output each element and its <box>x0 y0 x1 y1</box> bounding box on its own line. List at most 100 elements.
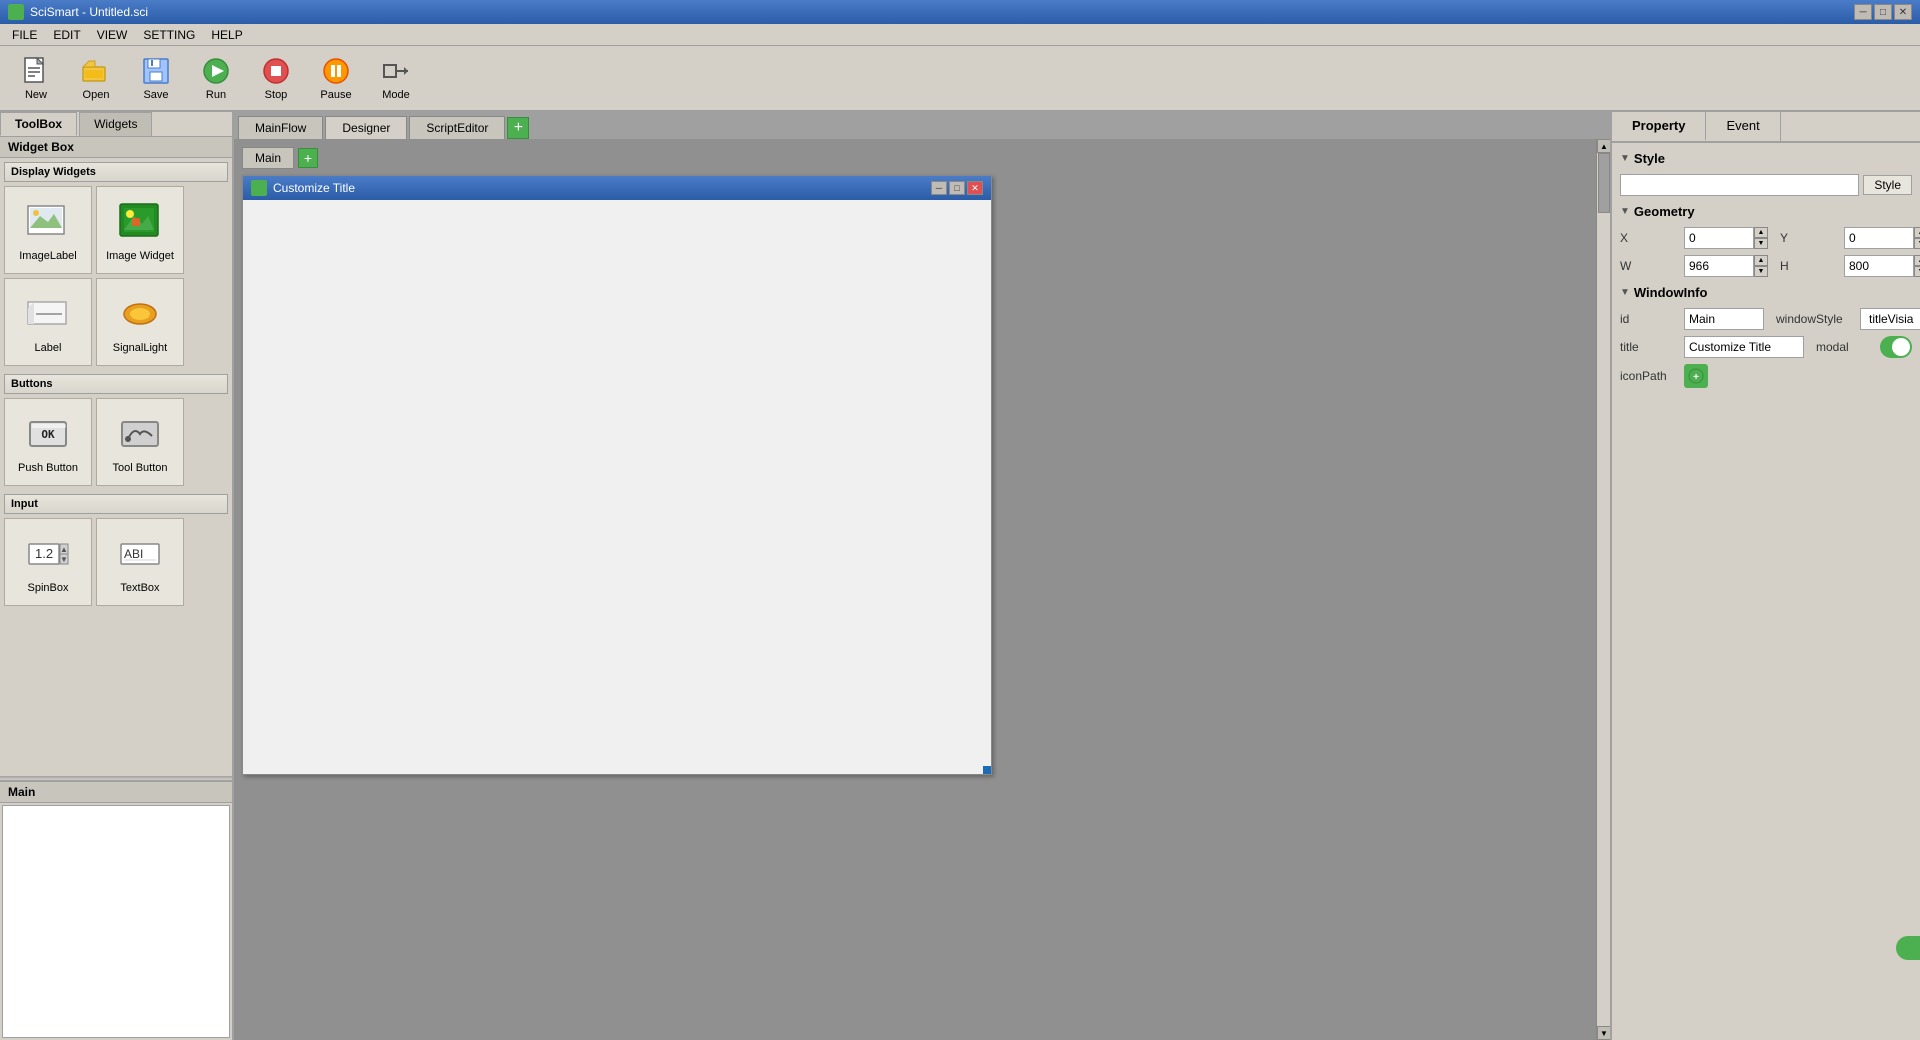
section-buttons[interactable]: Buttons <box>4 374 228 394</box>
h-spin-up[interactable]: ▲ <box>1914 255 1920 266</box>
designer-close-btn[interactable]: ✕ <box>967 181 983 195</box>
w-spin-up[interactable]: ▲ <box>1754 255 1768 266</box>
menu-edit[interactable]: EDIT <box>45 26 88 44</box>
w-spin-down[interactable]: ▼ <box>1754 266 1768 277</box>
title-input[interactable] <box>1684 336 1804 358</box>
new-icon <box>20 55 52 87</box>
tab-property[interactable]: Property <box>1612 112 1706 141</box>
widget-image-label[interactable]: ImageLabel <box>4 186 92 274</box>
widget-image-widget[interactable]: Image Widget <box>96 186 184 274</box>
widget-signal-light[interactable]: SignalLight <box>96 278 184 366</box>
mode-button[interactable]: Mode <box>368 50 424 106</box>
y-input[interactable] <box>1844 227 1914 249</box>
add-page-button[interactable]: + <box>298 148 318 168</box>
textbox-text: TextBox <box>120 582 159 594</box>
widget-spinbox[interactable]: 1.2 ▲ ▼ SpinBox <box>4 518 92 606</box>
tab-designer[interactable]: Designer <box>325 116 407 139</box>
pause-button[interactable]: Pause <box>308 50 364 106</box>
x-spin-up[interactable]: ▲ <box>1754 227 1768 238</box>
scroll-down-btn[interactable]: ▼ <box>1597 1026 1610 1040</box>
windowinfo-section-header[interactable]: ▼ WindowInfo <box>1620 285 1912 300</box>
w-input[interactable] <box>1684 255 1754 277</box>
pause-icon <box>320 55 352 87</box>
section-display[interactable]: Display Widgets <box>4 162 228 182</box>
main-tabs: MainFlow Designer ScriptEditor + <box>234 112 1610 139</box>
iconpath-button[interactable]: + <box>1684 364 1708 388</box>
image-widget-icon <box>116 198 164 246</box>
tab-event[interactable]: Event <box>1706 112 1780 141</box>
menu-help[interactable]: HELP <box>203 26 250 44</box>
widget-label[interactable]: Label <box>4 278 92 366</box>
input-grid: 1.2 ▲ ▼ SpinBox ABI <box>4 518 228 606</box>
x-input[interactable] <box>1684 227 1754 249</box>
spinbox-icon: 1.2 ▲ ▼ <box>24 530 72 578</box>
scroll-up-btn[interactable]: ▲ <box>1597 139 1610 153</box>
scroll-track[interactable] <box>1597 153 1610 1026</box>
y-spin-up[interactable]: ▲ <box>1914 227 1920 238</box>
menu-view[interactable]: VIEW <box>89 26 136 44</box>
designer-window-icon <box>251 180 267 196</box>
buttons-grid: OK Push Button Tool Button <box>4 398 228 486</box>
tab-scripteditor[interactable]: ScriptEditor <box>409 116 505 139</box>
designer-sub-tab-main[interactable]: Main <box>242 147 294 169</box>
windowinfo-collapse-arrow: ▼ <box>1620 287 1630 298</box>
green-side-tab[interactable] <box>1896 936 1920 960</box>
signal-light-icon <box>116 290 164 338</box>
push-button-text: Push Button <box>18 462 78 474</box>
tab-toolbox[interactable]: ToolBox <box>0 112 77 136</box>
title-bar: SciSmart - Untitled.sci ─ □ ✕ <box>0 0 1920 24</box>
style-section-header[interactable]: ▼ Style <box>1620 151 1912 166</box>
menu-file[interactable]: FILE <box>4 26 45 44</box>
tab-mainflow[interactable]: MainFlow <box>238 116 323 139</box>
menu-setting[interactable]: SETTING <box>135 26 203 44</box>
geometry-section-header[interactable]: ▼ Geometry <box>1620 204 1912 219</box>
section-input[interactable]: Input <box>4 494 228 514</box>
image-label-text: ImageLabel <box>19 250 77 262</box>
x-spin-down[interactable]: ▼ <box>1754 238 1768 249</box>
widget-textbox[interactable]: ABI TextBox <box>96 518 184 606</box>
add-tab-button[interactable]: + <box>507 117 529 139</box>
display-widgets-grid: ImageLabel Image Widget <box>4 186 228 366</box>
run-button[interactable]: Run <box>188 50 244 106</box>
style-section-label: Style <box>1634 151 1665 166</box>
widget-box-header: Widget Box <box>0 137 232 158</box>
stop-button[interactable]: Stop <box>248 50 304 106</box>
close-button[interactable]: ✕ <box>1894 4 1912 20</box>
windowstyle-select[interactable]: titleVisia noTitle fullscreen <box>1860 308 1920 330</box>
designer-minimize-btn[interactable]: ─ <box>931 181 947 195</box>
right-tabs: Property Event <box>1612 112 1920 143</box>
designer-scrollbar[interactable]: ▲ ▼ <box>1596 139 1610 1040</box>
designer-window-body[interactable] <box>243 200 991 774</box>
open-button[interactable]: Open <box>68 50 124 106</box>
h-spin-down[interactable]: ▼ <box>1914 266 1920 277</box>
h-input[interactable] <box>1844 255 1914 277</box>
x-label: X <box>1620 231 1680 245</box>
save-button[interactable]: Save <box>128 50 184 106</box>
id-input[interactable] <box>1684 308 1764 330</box>
style-input[interactable] <box>1620 174 1859 196</box>
svg-text:▲: ▲ <box>60 545 68 554</box>
new-button[interactable]: New <box>8 50 64 106</box>
widget-box-content: Display Widgets ImageLabel <box>0 158 232 776</box>
tab-widgets[interactable]: Widgets <box>79 112 152 136</box>
image-label-icon <box>24 198 72 246</box>
widget-push-button[interactable]: OK Push Button <box>4 398 92 486</box>
left-panel: ToolBox Widgets Widget Box Display Widge… <box>0 112 234 1040</box>
y-spin-down[interactable]: ▼ <box>1914 238 1920 249</box>
windowstyle-label: windowStyle <box>1776 312 1856 326</box>
svg-text:ABI: ABI <box>124 547 143 561</box>
bottom-panel-body <box>2 805 230 1038</box>
designer-maximize-btn[interactable]: □ <box>949 181 965 195</box>
svg-text:OK: OK <box>41 428 55 441</box>
right-panel: Property Event ▼ Style Style ▼ Geometry … <box>1610 112 1920 1040</box>
minimize-button[interactable]: ─ <box>1854 4 1872 20</box>
right-panel-content: ▼ Style Style ▼ Geometry X ▲ ▼ <box>1612 143 1920 1040</box>
maximize-button[interactable]: □ <box>1874 4 1892 20</box>
mode-icon <box>380 55 412 87</box>
style-button[interactable]: Style <box>1863 175 1912 195</box>
widget-tool-button[interactable]: Tool Button <box>96 398 184 486</box>
modal-toggle[interactable] <box>1880 336 1912 358</box>
resize-handle[interactable] <box>983 766 991 774</box>
title-bar-controls[interactable]: ─ □ ✕ <box>1854 4 1912 20</box>
scroll-thumb[interactable] <box>1598 153 1610 213</box>
